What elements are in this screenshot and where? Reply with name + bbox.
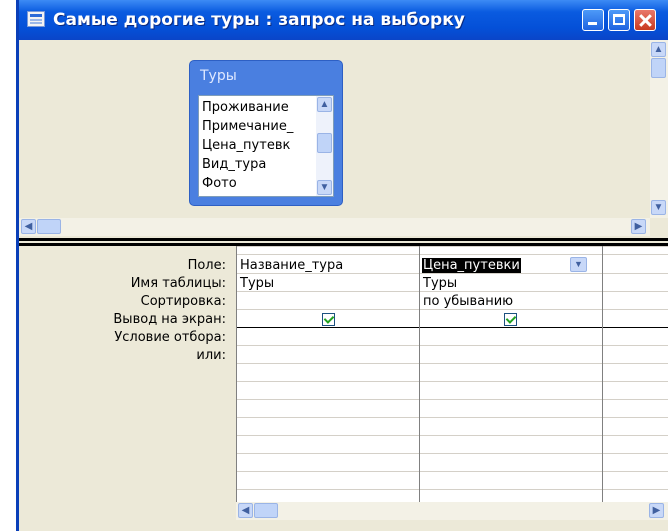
table-field-list-box[interactable]: Туры Проживание Примечание_ Цена_путевк … (189, 60, 343, 206)
field-item[interactable]: Фото (202, 176, 237, 191)
grid-line (236, 471, 668, 472)
table-pane[interactable]: Туры Проживание Примечание_ Цена_путевк … (19, 40, 668, 238)
row-label-or: или: (196, 348, 226, 363)
scroll-left-icon[interactable]: ◀ (21, 219, 36, 234)
grid-line (236, 453, 668, 454)
field-item[interactable]: Примечание_ (202, 119, 293, 134)
row-label-sort: Сортировка: (140, 294, 226, 309)
row-label-show: Вывод на экран: (113, 312, 226, 327)
grid-line (236, 417, 668, 418)
grid-line (236, 363, 668, 364)
field-list[interactable]: Проживание Примечание_ Цена_путевк Вид_т… (198, 95, 334, 197)
grid-line (236, 291, 668, 292)
grid-line (236, 435, 668, 436)
grid-horizontal-scrollbar[interactable]: ◀ ▶ (236, 502, 668, 520)
grid-line (236, 246, 668, 247)
window-title: Самые дорогие туры : запрос на выборку (53, 10, 465, 30)
upper-horizontal-scrollbar[interactable]: ◀ ▶ (19, 218, 650, 236)
table-cell[interactable]: Туры (240, 276, 274, 291)
minimize-button[interactable] (582, 9, 604, 31)
field-cell-selected[interactable]: Цена_путевки (422, 258, 521, 273)
checkbox-icon[interactable] (504, 313, 517, 326)
scroll-thumb[interactable] (651, 58, 666, 78)
field-list-scrollbar[interactable]: ▲ ▼ (316, 96, 333, 196)
scroll-down-icon[interactable]: ▼ (651, 200, 666, 215)
row-label-field: Поле: (187, 258, 226, 273)
sort-cell[interactable]: по убыванию (423, 294, 513, 309)
scroll-down-icon[interactable]: ▼ (317, 180, 332, 195)
window-icon[interactable] (27, 11, 45, 27)
checkbox-icon[interactable] (322, 313, 335, 326)
grid-line (236, 489, 668, 490)
scroll-up-icon[interactable]: ▲ (317, 97, 332, 112)
scroll-left-icon[interactable]: ◀ (238, 503, 253, 518)
field-item[interactable]: Проживание (202, 100, 289, 115)
table-box-title: Туры (200, 68, 237, 84)
field-cell[interactable]: Название_тура (240, 258, 343, 273)
upper-vertical-scrollbar[interactable]: ▲ ▼ (650, 40, 668, 218)
grid-line (419, 246, 420, 502)
close-button[interactable] (634, 9, 656, 31)
query-grid-pane: Поле: Имя таблицы: Сортировка: Вывод на … (19, 246, 668, 531)
scroll-up-icon[interactable]: ▲ (651, 42, 666, 57)
grid-line (236, 381, 668, 382)
field-item[interactable]: Цена_путевк (202, 138, 290, 153)
field-item[interactable]: Вид_тура (202, 157, 266, 172)
scroll-right-icon[interactable]: ▶ (631, 219, 646, 234)
grid-line (236, 246, 237, 502)
scroll-right-icon[interactable]: ▶ (649, 503, 664, 518)
grid-line (236, 254, 668, 255)
scroll-thumb[interactable] (37, 219, 61, 234)
scroll-thumb[interactable] (317, 133, 332, 153)
row-label-criteria: Условие отбора: (114, 330, 226, 345)
grid-line (236, 273, 668, 274)
grid-line (236, 309, 668, 310)
grid-line (236, 327, 668, 328)
dropdown-icon[interactable]: ▼ (570, 257, 587, 272)
design-grid[interactable]: Название_тура Туры Цена_путевки ▼ Туры п… (236, 246, 668, 502)
title-bar[interactable]: Самые дорогие туры : запрос на выборку (19, 0, 668, 40)
grid-line (236, 399, 668, 400)
pane-splitter[interactable] (19, 238, 668, 246)
query-design-window: Самые дорогие туры : запрос на выборку Т… (16, 0, 668, 531)
grid-line (602, 246, 603, 502)
table-cell[interactable]: Туры (423, 276, 457, 291)
row-label-table: Имя таблицы: (130, 276, 226, 291)
scroll-corner (650, 218, 668, 236)
grid-line (236, 345, 668, 346)
maximize-button[interactable] (608, 9, 630, 31)
scroll-thumb[interactable] (254, 503, 278, 518)
